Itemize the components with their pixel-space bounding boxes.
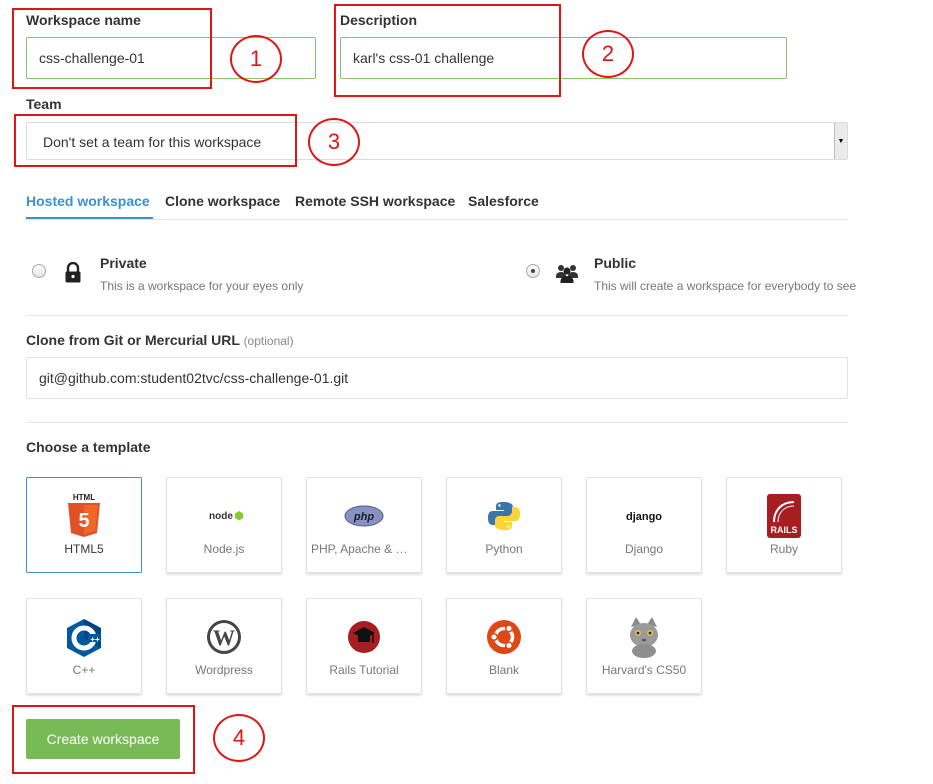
annotation-number-4: 4 [213, 714, 265, 762]
active-tab-indicator [26, 217, 153, 219]
public-title: Public [594, 255, 637, 271]
template-name: Node.js [203, 542, 245, 556]
template-name: Rails Tutorial [329, 663, 399, 677]
template-name: C++ [72, 663, 96, 677]
php-icon: php [344, 492, 384, 538]
dropdown-arrow-icon[interactable]: ▼ [834, 123, 847, 159]
template-django[interactable]: django Django [586, 477, 702, 573]
cpp-icon: ++ [64, 613, 104, 659]
template-name: PHP, Apache & MySQL [311, 542, 417, 556]
clone-url-label-text: Clone from Git or Mercurial URL [26, 332, 240, 348]
template-html5[interactable]: HTML 5 HTML5 [26, 477, 142, 573]
private-title: Private [100, 255, 147, 271]
template-name: Harvard's CS50 [601, 663, 687, 677]
public-description: This will create a workspace for everybo… [594, 279, 857, 293]
rails-icon: RAILS [764, 492, 804, 538]
svg-text:5: 5 [78, 510, 89, 532]
php-logo-text: php [353, 511, 374, 523]
template-name: Wordpress [195, 663, 253, 677]
clone-url-input[interactable]: git@github.com:student02tvc/css-challeng… [26, 357, 848, 399]
template-rails-tutorial[interactable]: Rails Tutorial [306, 598, 422, 694]
django-icon: django [624, 492, 664, 538]
optional-hint: (optional) [243, 334, 294, 348]
template-blank[interactable]: Blank [446, 598, 562, 694]
template-name: HTML5 [64, 542, 104, 556]
public-radio[interactable] [526, 264, 540, 278]
annotation-box-4 [12, 705, 195, 774]
tab-hosted-workspace[interactable]: Hosted workspace [26, 193, 150, 209]
template-name: Django [624, 542, 664, 556]
users-icon [556, 262, 578, 284]
private-radio[interactable] [32, 264, 46, 278]
django-logo-text: django [626, 511, 662, 523]
nodejs-logo-text: node [209, 511, 233, 522]
annotation-number-3: 3 [308, 118, 360, 166]
svg-text:W: W [213, 625, 235, 650]
template-wordpress[interactable]: W Wordpress [166, 598, 282, 694]
lock-icon [64, 261, 82, 284]
annotation-number-2: 2 [582, 30, 634, 78]
html5-logo-text: HTML [73, 493, 95, 502]
annotation-box-3 [14, 114, 297, 167]
template-python[interactable]: Python [446, 477, 562, 573]
template-cs50[interactable]: Harvard's CS50 [586, 598, 702, 694]
template-php[interactable]: php PHP, Apache & MySQL [306, 477, 422, 573]
tab-clone-workspace[interactable]: Clone workspace [165, 193, 280, 209]
rails-logo-text: RAILS [771, 525, 798, 535]
choose-template-label: Choose a template [26, 439, 151, 455]
template-name: Python [485, 542, 523, 556]
tab-remote-ssh-workspace[interactable]: Remote SSH workspace [295, 193, 455, 209]
template-nodejs[interactable]: node Node.js [166, 477, 282, 573]
divider [26, 422, 848, 423]
python-icon [484, 492, 524, 538]
annotation-box-2 [334, 4, 561, 97]
nodejs-icon: node [204, 492, 244, 538]
divider [26, 315, 848, 316]
template-name: Ruby [769, 542, 798, 556]
svg-text:++: ++ [90, 635, 100, 644]
team-label: Team [26, 96, 62, 112]
template-name: Blank [488, 663, 520, 677]
cat-icon [624, 613, 664, 659]
annotation-box-1 [12, 8, 212, 89]
ubuntu-icon [484, 613, 524, 659]
html5-icon: HTML 5 [64, 492, 104, 538]
clone-url-label: Clone from Git or Mercurial URL (optiona… [26, 332, 294, 348]
tab-salesforce[interactable]: Salesforce [468, 193, 539, 209]
annotation-number-1: 1 [230, 35, 282, 83]
template-cpp[interactable]: ++ C++ [26, 598, 142, 694]
rails-tutorial-icon [344, 613, 384, 659]
private-description: This is a workspace for your eyes only [100, 279, 304, 293]
wordpress-icon: W [204, 613, 244, 659]
template-ruby[interactable]: RAILS Ruby [726, 477, 842, 573]
tabs-divider [26, 219, 848, 220]
